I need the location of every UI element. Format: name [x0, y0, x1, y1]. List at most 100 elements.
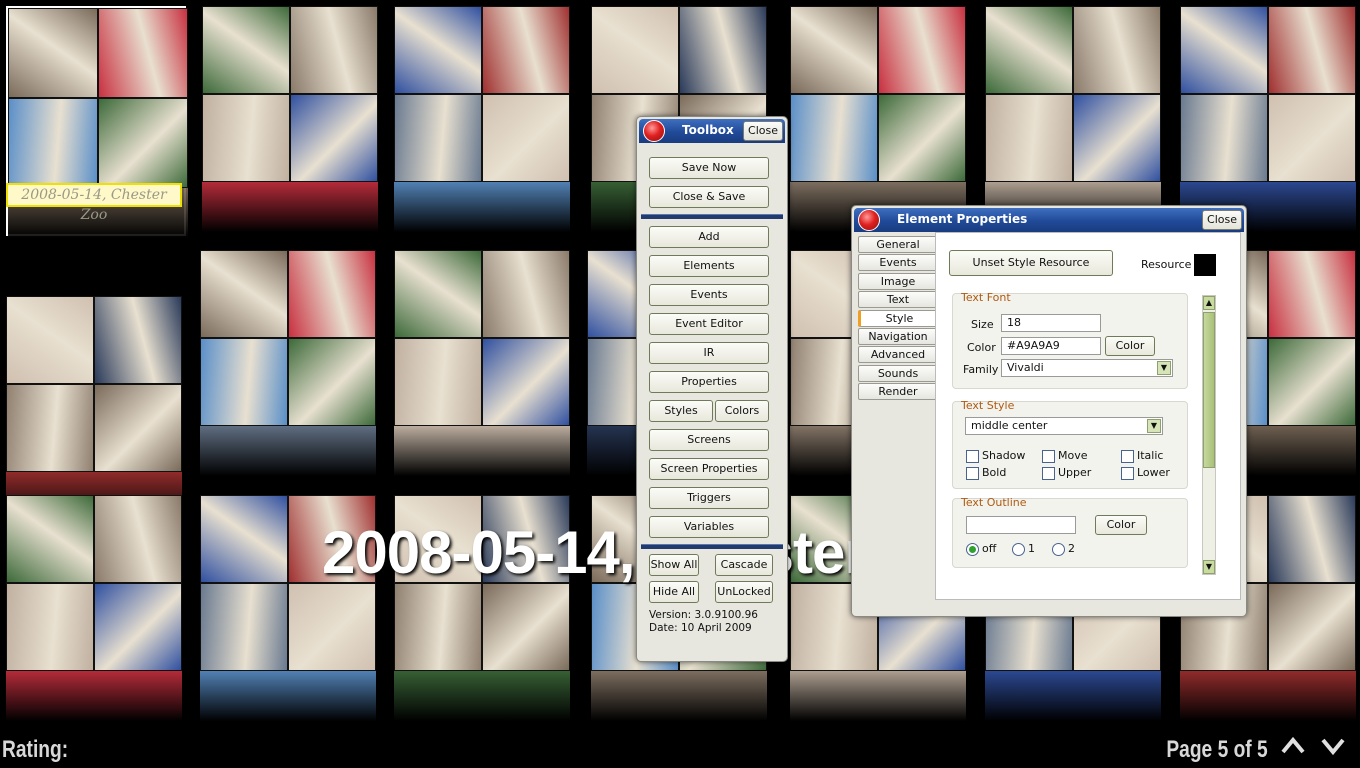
toolbox-panel: Toolbox Close Save Now Close & Save Add …	[636, 116, 788, 662]
elements-button[interactable]: Elements	[649, 255, 769, 277]
outline-off-radio[interactable]	[966, 543, 979, 556]
photo-album[interactable]	[6, 495, 182, 721]
page-indicator: Page 5 of 5	[1166, 736, 1268, 763]
tab-events[interactable]: Events	[858, 254, 938, 272]
photo-thumbnail	[202, 6, 290, 94]
chevron-down-icon[interactable]: ▼	[1157, 361, 1171, 375]
photo-thumbnail	[1268, 6, 1356, 94]
bold-checkbox[interactable]	[966, 467, 979, 480]
photo-thumbnail	[985, 6, 1073, 94]
selected-album-caption[interactable]: 2008-05-14, Chester Zoo	[6, 183, 182, 223]
photo-thumbnail	[200, 338, 288, 426]
properties-button[interactable]: Properties	[649, 371, 769, 393]
properties-scrollbar[interactable]: ▲ ▼	[1202, 295, 1216, 575]
outline-color-button[interactable]: Color	[1095, 515, 1147, 535]
photo-thumbnail	[94, 583, 182, 671]
tab-render[interactable]: Render	[858, 383, 938, 401]
photo-album[interactable]	[1180, 6, 1356, 232]
photo-album[interactable]	[202, 6, 378, 232]
photo-thumbnail	[790, 6, 878, 94]
page-down-icon[interactable]	[1318, 734, 1348, 762]
text-font-title: Text Font	[961, 291, 1011, 304]
photo-thumbnail	[94, 296, 182, 384]
page-up-icon[interactable]	[1278, 734, 1308, 762]
upper-checkbox[interactable]	[1042, 467, 1055, 480]
properties-close-button[interactable]: Close	[1202, 210, 1242, 230]
outline-1-label: 1	[1028, 542, 1035, 555]
photo-thumbnail	[6, 495, 94, 583]
add-button[interactable]: Add	[649, 226, 769, 248]
tab-image[interactable]: Image	[858, 272, 938, 290]
ir-button[interactable]: IR	[649, 342, 769, 364]
toolbox-separator-2	[641, 544, 783, 549]
photo-album[interactable]	[200, 250, 376, 476]
alignment-select[interactable]: middle center ▼	[965, 417, 1163, 435]
outline-2-radio[interactable]	[1052, 543, 1065, 556]
font-color-input[interactable]: #A9A9A9	[1001, 337, 1101, 355]
cascade-button[interactable]: Cascade	[715, 554, 773, 576]
outline-color-input[interactable]	[966, 516, 1076, 534]
photo-album[interactable]	[6, 296, 182, 522]
alignment-value: middle center	[971, 419, 1048, 432]
move-checkbox[interactable]	[1042, 450, 1055, 463]
shadow-checkbox[interactable]	[966, 450, 979, 463]
photo-thumbnail	[394, 94, 482, 182]
chevron-down-icon[interactable]: ▼	[1147, 419, 1161, 433]
photo-thumbnail	[6, 384, 94, 472]
photo-thumbnail	[1073, 6, 1161, 94]
photo-album[interactable]	[790, 6, 966, 232]
element-properties-panel: Element Properties Close General Events Im…	[851, 205, 1247, 617]
photo-thumbnail	[1180, 6, 1268, 94]
photo-thumbnail	[98, 8, 188, 98]
tab-general[interactable]: General	[858, 236, 938, 253]
screen-properties-button[interactable]: Screen Properties	[649, 458, 769, 480]
italic-checkbox[interactable]	[1121, 450, 1134, 463]
unlocked-button[interactable]: UnLocked	[715, 581, 773, 603]
event-editor-button[interactable]: Event Editor	[649, 313, 769, 335]
photo-album[interactable]	[394, 6, 570, 232]
tab-style[interactable]: Style	[858, 309, 938, 327]
photo-thumbnail	[482, 250, 570, 338]
unset-style-resource-button[interactable]: Unset Style Resource	[949, 250, 1113, 276]
save-now-button[interactable]: Save Now	[649, 157, 769, 179]
font-family-select[interactable]: Vivaldi ▼	[1001, 359, 1173, 377]
properties-titlebar[interactable]: Element Properties Close	[854, 208, 1244, 232]
tab-advanced[interactable]: Advanced	[858, 346, 938, 364]
tab-text[interactable]: Text	[858, 291, 938, 309]
resource-swatch[interactable]	[1194, 254, 1216, 276]
lower-checkbox[interactable]	[1121, 467, 1134, 480]
hide-all-button[interactable]: Hide All	[649, 581, 699, 603]
events-button[interactable]: Events	[649, 284, 769, 306]
photo-thumbnail	[394, 583, 482, 671]
triggers-button[interactable]: Triggers	[649, 487, 769, 509]
scroll-up-icon[interactable]: ▲	[1203, 296, 1215, 310]
scroll-thumb[interactable]	[1203, 312, 1215, 468]
colors-button[interactable]: Colors	[715, 400, 769, 422]
tab-sounds[interactable]: Sounds	[858, 364, 938, 382]
font-size-input[interactable]: 18	[1001, 314, 1101, 332]
upper-label: Upper	[1058, 466, 1092, 479]
font-color-button[interactable]: Color	[1105, 336, 1155, 356]
toolbox-close-button[interactable]: Close	[743, 121, 783, 141]
variables-button[interactable]: Variables	[649, 516, 769, 538]
photo-album[interactable]	[985, 6, 1161, 232]
photo-thumbnail	[200, 495, 288, 583]
text-outline-title: Text Outline	[961, 496, 1027, 509]
toolbox-separator	[641, 214, 783, 219]
family-label: Family	[963, 363, 999, 376]
photo-album[interactable]	[394, 250, 570, 476]
scroll-down-icon[interactable]: ▼	[1203, 560, 1215, 574]
screens-button[interactable]: Screens	[649, 429, 769, 451]
toolbox-titlebar[interactable]: Toolbox Close	[639, 119, 785, 143]
photo-thumbnail	[288, 338, 376, 426]
photo-thumbnail	[591, 6, 679, 94]
lower-label: Lower	[1137, 466, 1170, 479]
photo-thumbnail	[482, 338, 570, 426]
close-save-button[interactable]: Close & Save	[649, 186, 769, 208]
photo-thumbnail	[98, 98, 188, 188]
show-all-button[interactable]: Show All	[649, 554, 699, 576]
outline-1-radio[interactable]	[1012, 543, 1025, 556]
styles-button[interactable]: Styles	[649, 400, 713, 422]
version-text: Version: 3.0.9100.96	[649, 609, 758, 621]
tab-navigation[interactable]: Navigation	[858, 327, 938, 345]
